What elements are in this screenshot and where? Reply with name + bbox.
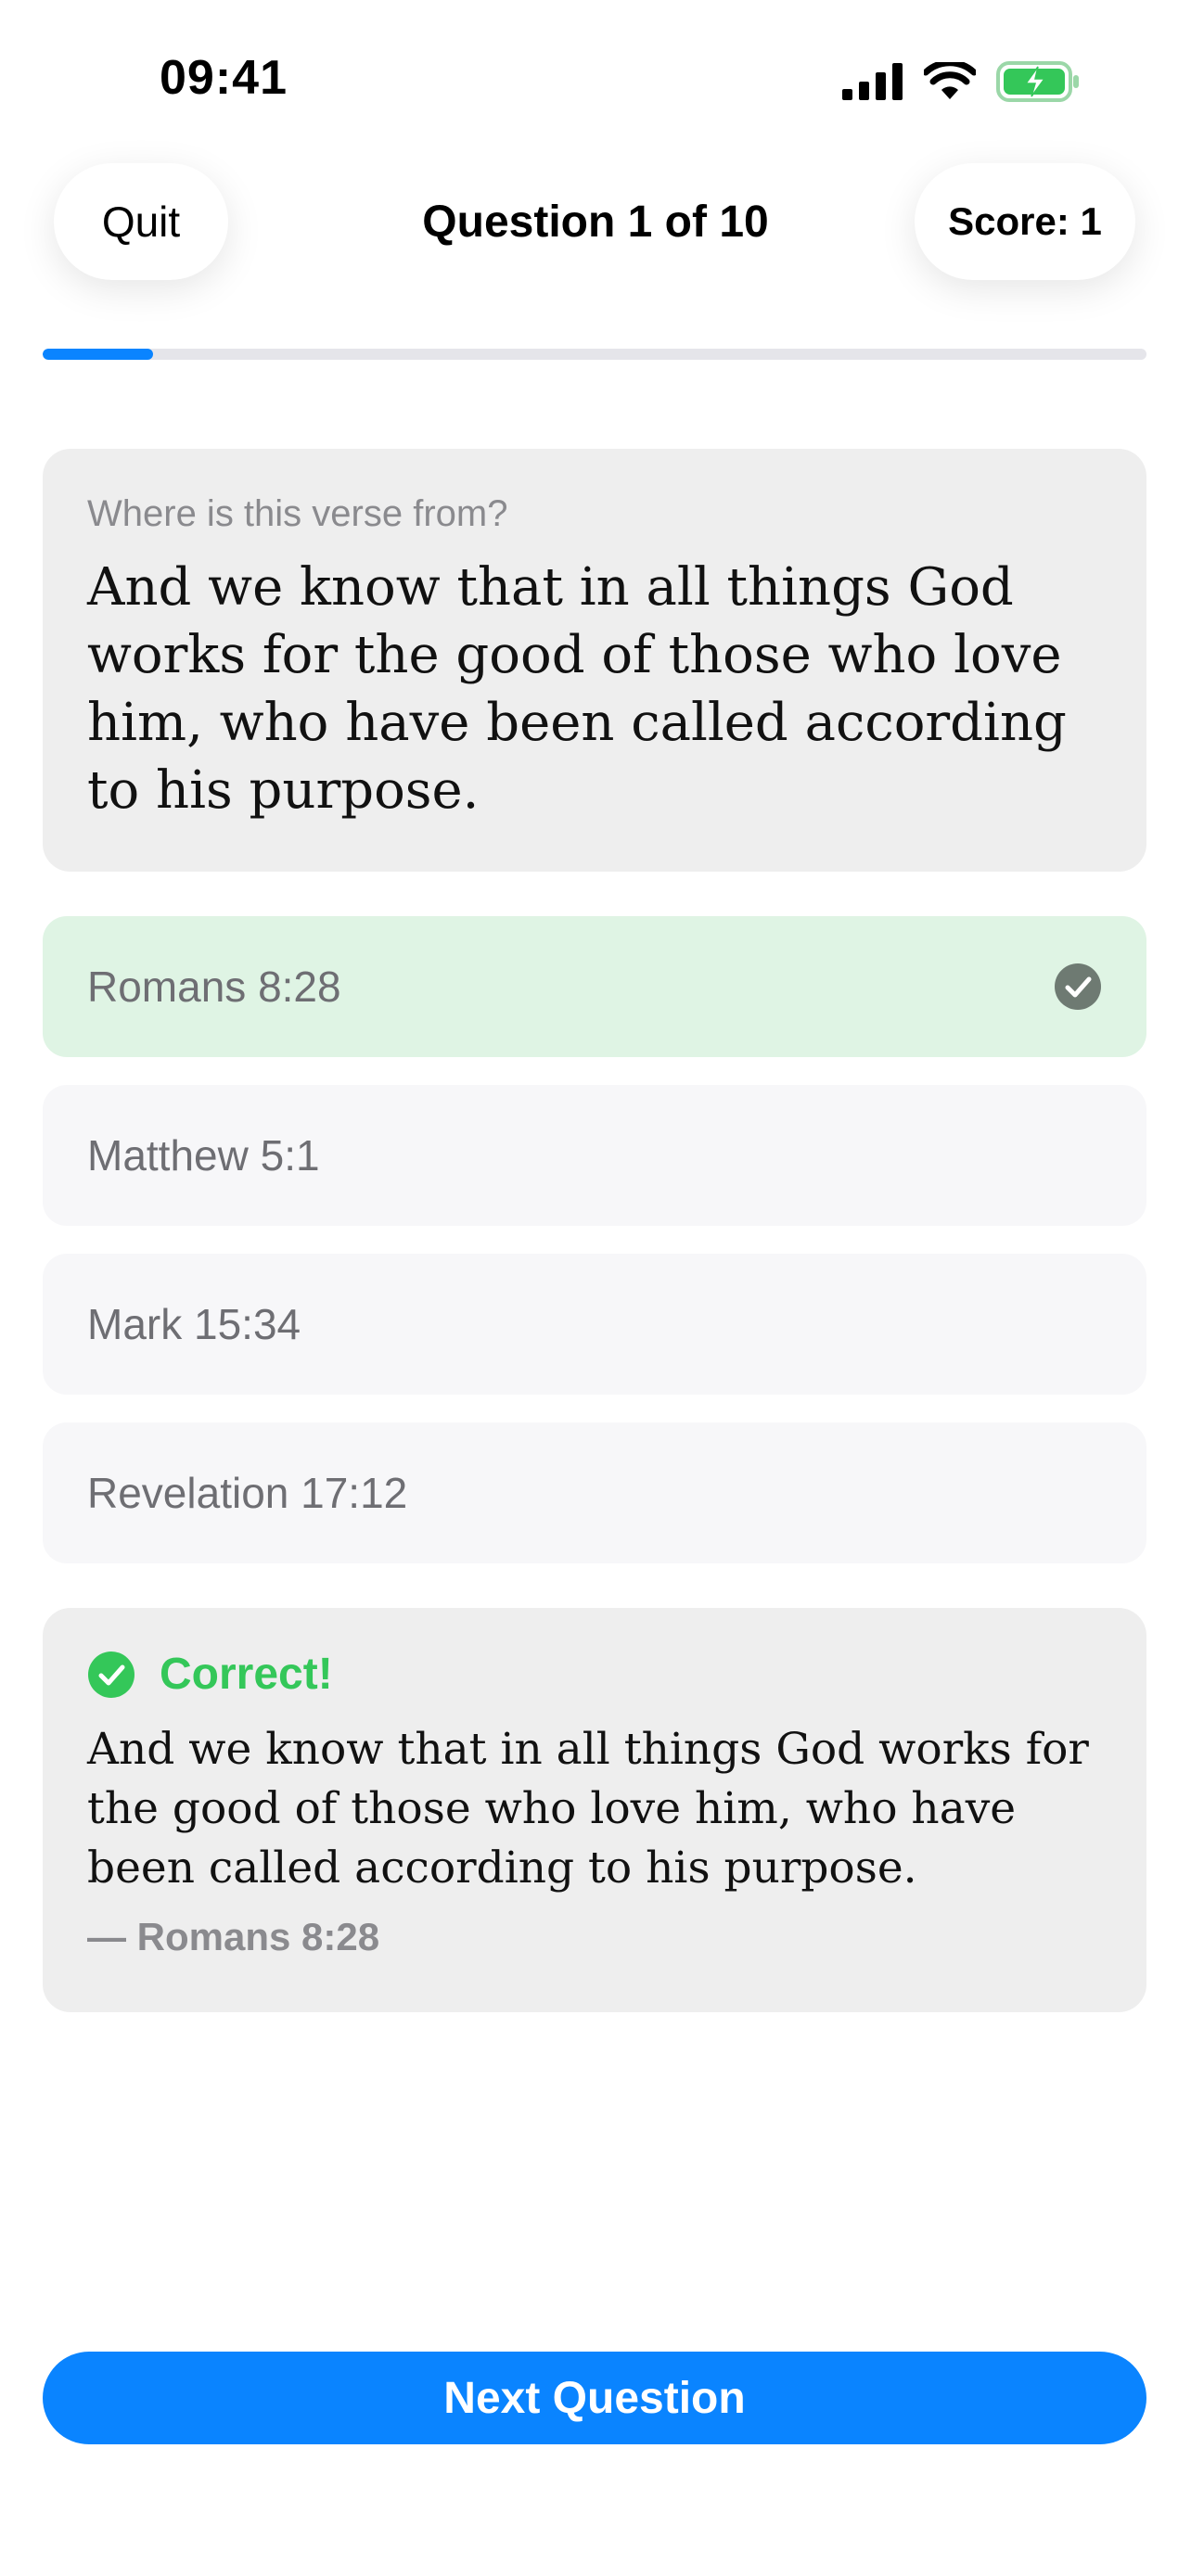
quiz-header: Quit Question 1 of 10 Score: 1 <box>0 158 1191 287</box>
feedback-header: Correct! <box>87 1649 1102 1700</box>
feedback-card: Correct! And we know that in all things … <box>43 1608 1146 2012</box>
quiz-progress-bar <box>43 349 1146 360</box>
question-verse: And we know that in all things God works… <box>87 557 1067 821</box>
answer-label: Revelation 17:12 <box>87 1469 408 1517</box>
answer-option-4[interactable]: Revelation 17:12 <box>43 1422 1146 1563</box>
quiz-screen: 09:41 Quit Question 1 of 10 Score: 1 Whe… <box>0 0 1191 2576</box>
answer-option-1[interactable]: Romans 8:28 <box>43 916 1146 1057</box>
quiz-progress-fill <box>43 349 153 360</box>
question-card: Where is this verse from? And we know th… <box>43 449 1146 872</box>
battery-charging-icon <box>996 61 1079 102</box>
next-question-button[interactable]: Next Question <box>43 2352 1146 2444</box>
status-icons <box>842 59 1080 104</box>
answer-label: Romans 8:28 <box>87 963 341 1011</box>
answer-label: Matthew 5:1 <box>87 1131 320 1180</box>
feedback-title: Correct! <box>160 1650 333 1699</box>
wifi-icon <box>924 62 976 99</box>
score-badge: Score: 1 <box>915 163 1135 280</box>
answer-option-2[interactable]: Matthew 5:1 <box>43 1085 1146 1226</box>
feedback-reference: — Romans 8:28 <box>87 1915 380 1958</box>
status-time: 09:41 <box>160 51 288 105</box>
status-bar: 09:41 <box>0 0 1191 148</box>
feedback-verse: And we know that in all things God works… <box>87 1724 1089 1894</box>
answer-label: Mark 15:34 <box>87 1300 301 1348</box>
answer-options: Romans 8:28 Matthew 5:1 Mark 15:34 Revel… <box>43 916 1146 1591</box>
question-prompt: Where is this verse from? <box>87 493 508 534</box>
cellular-signal-icon <box>842 63 903 100</box>
checkmark-circle-icon <box>1055 963 1101 1010</box>
answer-option-3[interactable]: Mark 15:34 <box>43 1254 1146 1395</box>
success-check-icon <box>88 1651 134 1698</box>
